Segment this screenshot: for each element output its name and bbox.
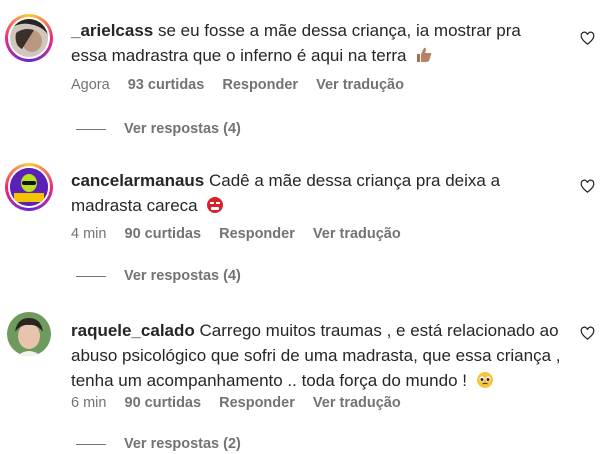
thumbs-up-icon: [415, 46, 433, 71]
heart-icon[interactable]: [580, 326, 595, 341]
cancelar-manaus-logo-icon: [10, 168, 48, 206]
reply-button[interactable]: Responder: [219, 226, 295, 242]
likes-count[interactable]: 90 curtidas: [125, 395, 202, 411]
comment-meta: 6 min 90 curtidas Responder Ver tradução: [71, 395, 415, 411]
reply-button[interactable]: Responder: [219, 395, 295, 411]
comment-time: Agora: [71, 77, 110, 93]
comment-body: raquele_calado Carrego muitos traumas , …: [71, 318, 561, 396]
comment-body: _arielcass se eu fosse a mãe dessa crian…: [71, 18, 561, 71]
avatar-photo-icon: [10, 19, 48, 57]
comment-body: cancelarmanaus Cadê a mãe dessa criança …: [71, 168, 561, 221]
view-replies-button[interactable]: Ver respostas (4): [76, 119, 241, 139]
comment-time: 4 min: [71, 226, 107, 242]
pleading-face-icon: [476, 371, 494, 396]
translate-button[interactable]: Ver tradução: [313, 226, 401, 242]
translate-button[interactable]: Ver tradução: [313, 395, 401, 411]
avatar[interactable]: [5, 14, 53, 62]
view-replies-label[interactable]: Ver respostas (4): [124, 268, 241, 284]
comment-username[interactable]: raquele_calado: [71, 321, 195, 340]
comment-username[interactable]: cancelarmanaus: [71, 171, 204, 190]
avatar[interactable]: [7, 312, 51, 356]
replies-divider: [76, 128, 106, 130]
comment-meta: 4 min 90 curtidas Responder Ver tradução: [71, 226, 415, 242]
comment-username[interactable]: _arielcass: [71, 21, 153, 40]
likes-count[interactable]: 90 curtidas: [125, 226, 202, 242]
translate-button[interactable]: Ver tradução: [316, 77, 404, 93]
likes-count[interactable]: 93 curtidas: [128, 77, 205, 93]
avatar[interactable]: [5, 163, 53, 211]
heart-icon[interactable]: [580, 179, 595, 194]
view-replies-button[interactable]: Ver respostas (4): [76, 266, 241, 286]
view-replies-label[interactable]: Ver respostas (4): [124, 121, 241, 137]
comment-meta: Agora 93 curtidas Responder Ver tradução: [71, 77, 418, 93]
replies-divider: [76, 443, 106, 445]
view-replies-button[interactable]: Ver respostas (2): [76, 434, 241, 454]
reply-button[interactable]: Responder: [222, 77, 298, 93]
angry-face-icon: [206, 196, 224, 221]
view-replies-label[interactable]: Ver respostas (2): [124, 436, 241, 452]
comment-time: 6 min: [71, 395, 107, 411]
heart-icon[interactable]: [580, 31, 595, 46]
avatar-photo-icon: [7, 312, 51, 356]
replies-divider: [76, 275, 106, 277]
